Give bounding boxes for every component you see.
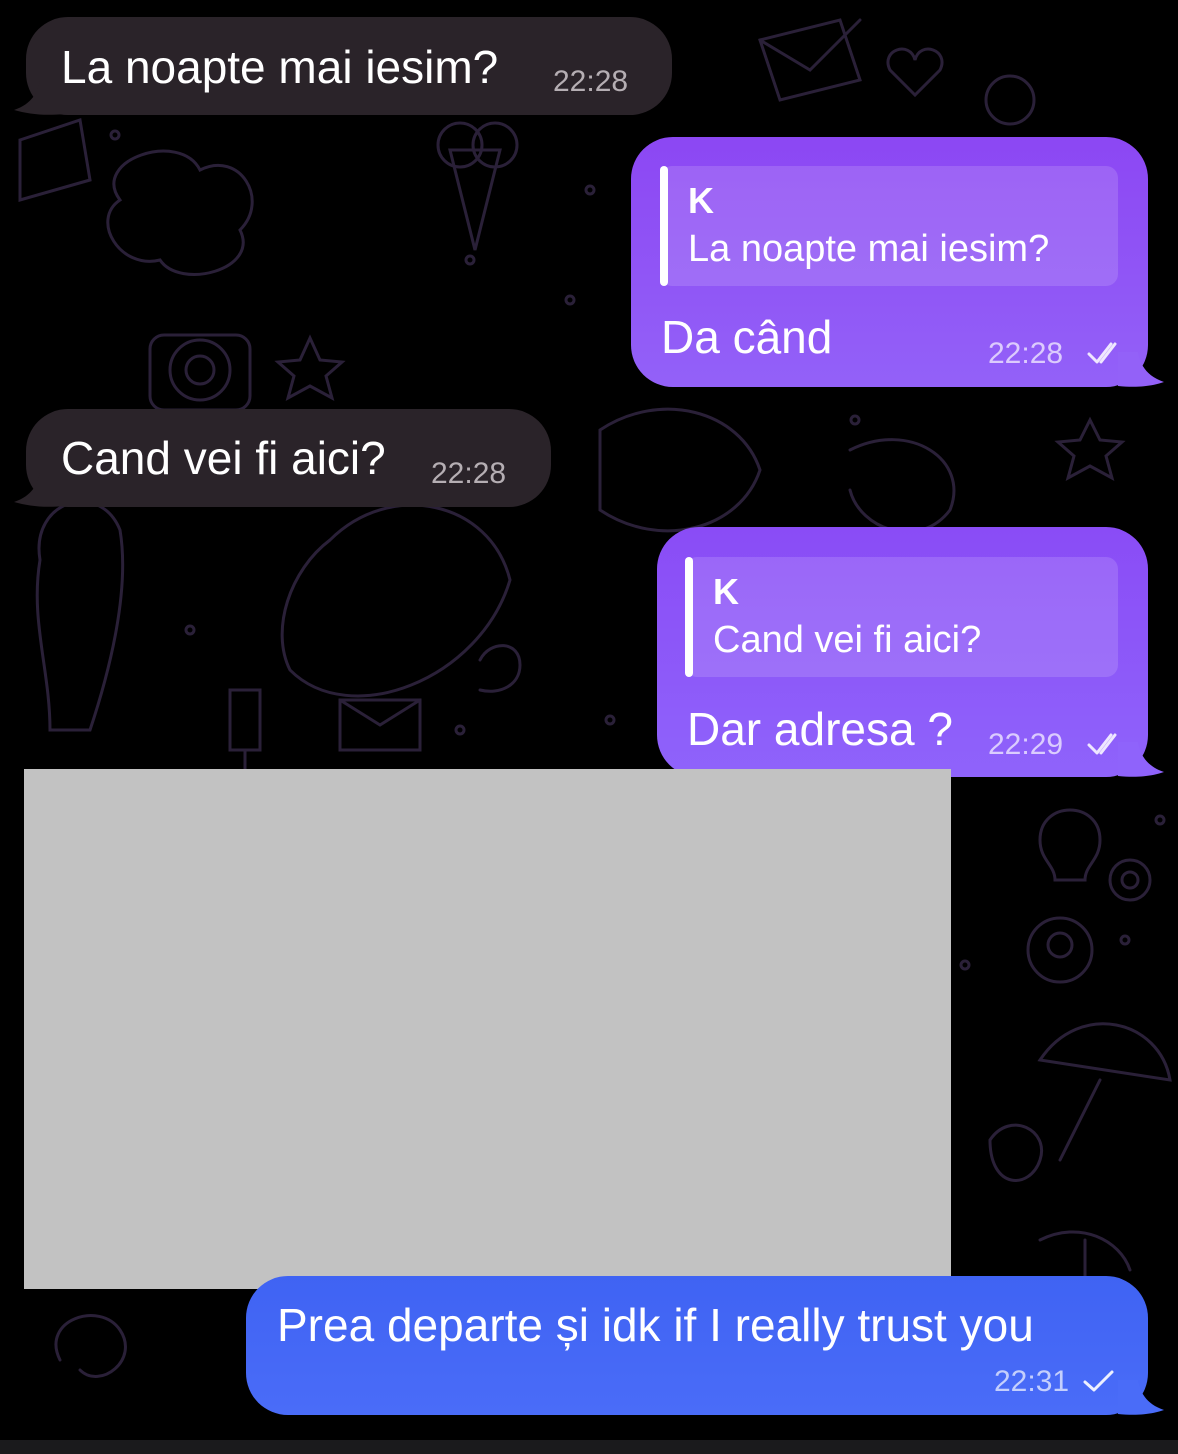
incoming-message-bubble[interactable]: Cand vei fi aici? 22:28 [26,409,551,507]
message-time: 22:31 [994,1365,1070,1398]
message-time: 22:28 [553,65,629,98]
bubble-tail [1118,352,1164,387]
bubble-tail [1118,1380,1164,1415]
message-text: Dar adresa ? [687,703,953,755]
bubble-tail [14,80,64,115]
message-text: Da când [661,311,833,363]
bubble-tail [1118,742,1164,777]
message-text: La noapte mai iesim? [61,41,499,93]
message-text: Prea departe și idk if I really trust yo… [277,1299,1034,1351]
reply-quote-text: Cand vei fi aici? [713,619,982,661]
single-check-icon [1083,1370,1114,1392]
outgoing-message-bubble[interactable]: K Cand vei fi aici? Dar adresa ? 22:29 [657,527,1148,777]
incoming-message-bubble[interactable]: La noapte mai iesim? 22:28 [26,17,672,115]
message-time: 22:29 [988,728,1064,761]
outgoing-message-bubble[interactable]: Prea departe și idk if I really trust yo… [246,1276,1148,1415]
reply-quote-sender: K [688,180,714,221]
reply-quote[interactable]: K Cand vei fi aici? [685,557,1118,677]
bottom-edge [0,1440,1178,1454]
reply-quote-sender: K [713,571,739,612]
reply-quote[interactable]: K La noapte mai iesim? [660,166,1118,286]
reply-quote-text: La noapte mai iesim? [688,228,1050,270]
message-time: 22:28 [431,457,507,490]
reply-quote-bar [660,166,668,286]
outgoing-message-bubble[interactable]: K La noapte mai iesim? Da când 22:28 [631,137,1148,387]
reply-quote-bar [685,557,693,677]
message-time: 22:28 [988,337,1064,370]
bubble-tail [14,472,64,507]
redacted-area [24,769,951,1289]
message-text: Cand vei fi aici? [61,432,386,484]
